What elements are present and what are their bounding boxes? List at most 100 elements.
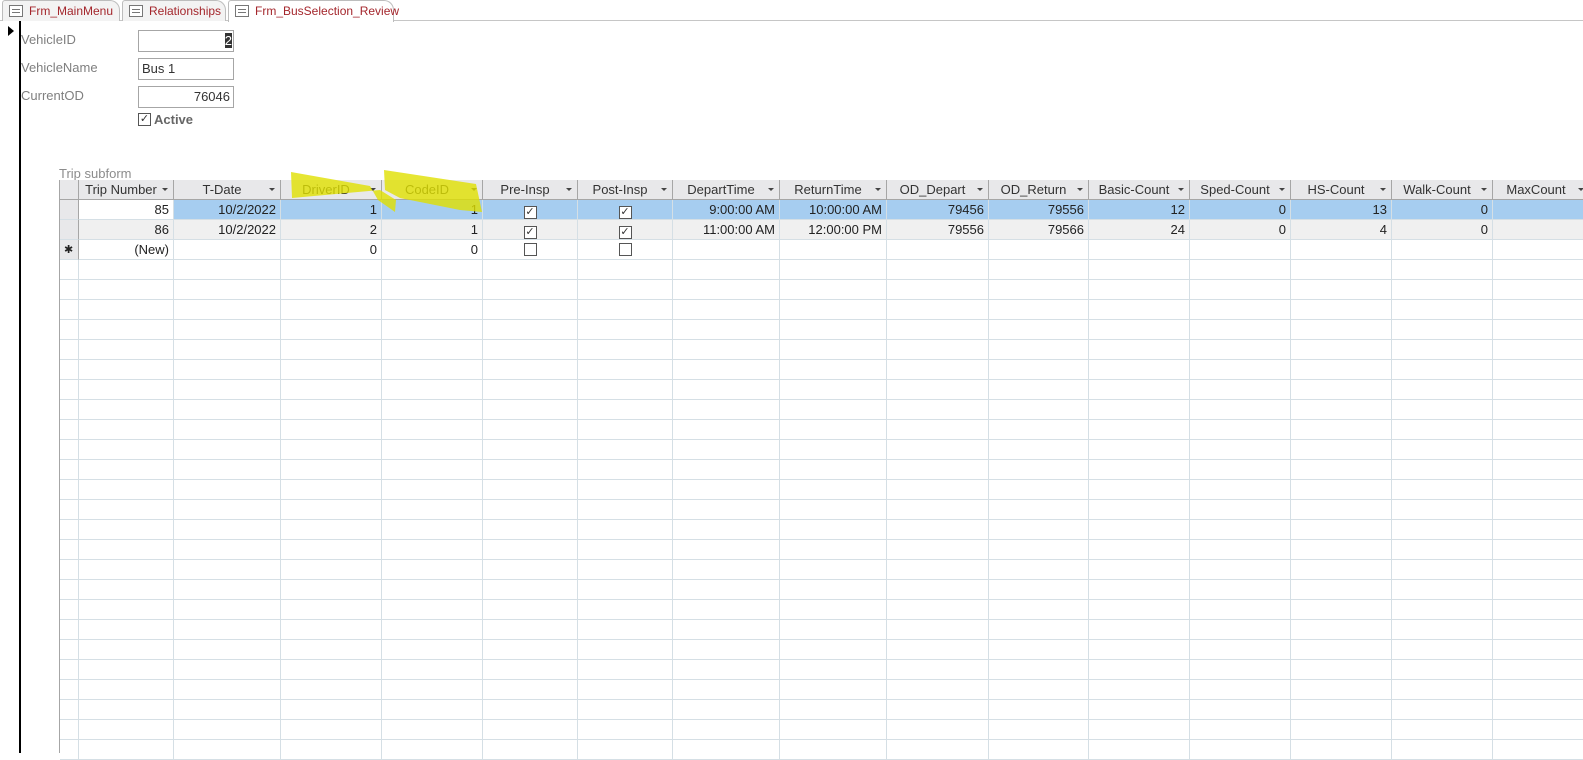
sort-filter-dropdown-icon[interactable] [471, 188, 477, 191]
row-selector[interactable] [60, 460, 79, 480]
column-header[interactable]: Post-Insp [578, 180, 673, 200]
table-cell[interactable]: 13 [1291, 200, 1392, 220]
row-selector[interactable] [60, 680, 79, 700]
row-selector[interactable] [60, 480, 79, 500]
sort-filter-dropdown-icon[interactable] [566, 188, 572, 191]
row-selector[interactable] [60, 500, 79, 520]
row-selector[interactable] [60, 320, 79, 340]
table-cell[interactable]: 24 [1089, 220, 1190, 240]
table-cell[interactable]: 10:00:00 AM [780, 200, 887, 220]
table-cell[interactable] [673, 240, 780, 260]
table-cell[interactable]: ✓ [578, 200, 673, 220]
sort-filter-dropdown-icon[interactable] [977, 188, 983, 191]
row-selector[interactable] [60, 640, 79, 660]
row-selector[interactable] [60, 300, 79, 320]
record-selector-bar[interactable] [19, 21, 21, 753]
row-selector[interactable] [60, 200, 79, 220]
table-cell[interactable]: 79566 [989, 220, 1089, 240]
column-header[interactable]: CodeID [382, 180, 483, 200]
table-cell[interactable]: ✓ [483, 200, 578, 220]
row-selector[interactable] [60, 720, 79, 740]
vehicleid-field[interactable]: 2 [138, 30, 234, 52]
table-cell[interactable] [483, 240, 578, 260]
record-selector-arrow-icon[interactable] [8, 26, 14, 36]
table-cell[interactable] [1493, 200, 1583, 220]
table-cell[interactable]: 2 [281, 220, 382, 240]
table-cell[interactable]: 11:00:00 AM [673, 220, 780, 240]
table-cell[interactable]: 86 [79, 220, 174, 240]
column-header[interactable]: Trip Number [79, 180, 174, 200]
sort-filter-dropdown-icon[interactable] [1279, 188, 1285, 191]
new-record-icon[interactable]: ✱ [60, 240, 79, 260]
table-cell[interactable] [174, 240, 281, 260]
table-cell[interactable]: ✓ [483, 220, 578, 240]
row-selector[interactable] [60, 220, 79, 240]
row-selector[interactable] [60, 440, 79, 460]
table-cell[interactable] [1089, 240, 1190, 260]
active-checkbox[interactable]: ✓ [138, 113, 151, 126]
column-header[interactable]: Sped-Count [1190, 180, 1291, 200]
sort-filter-dropdown-icon[interactable] [1077, 188, 1083, 191]
table-cell[interactable]: 0 [281, 240, 382, 260]
tab-frm-mainmenu[interactable]: Frm_MainMenu [2, 0, 120, 21]
table-cell[interactable]: ✓ [578, 220, 673, 240]
row-selector[interactable] [60, 660, 79, 680]
table-cell[interactable]: 12:00:00 PM [780, 220, 887, 240]
column-header[interactable]: Walk-Count [1392, 180, 1493, 200]
table-cell[interactable]: 10/2/2022 [174, 200, 281, 220]
table-cell[interactable]: 0 [382, 240, 483, 260]
sort-filter-dropdown-icon[interactable] [1578, 188, 1583, 191]
row-selector[interactable] [60, 540, 79, 560]
row-selector[interactable] [60, 700, 79, 720]
pre-inspcheckbox[interactable] [523, 243, 537, 256]
sort-filter-dropdown-icon[interactable] [1380, 188, 1386, 191]
pre-inspcheckbox[interactable]: ✓ [523, 226, 537, 239]
sort-filter-dropdown-icon[interactable] [269, 188, 275, 191]
table-cell[interactable] [578, 240, 673, 260]
table-cell[interactable]: 0 [1190, 200, 1291, 220]
post-inspcheckbox[interactable] [618, 243, 632, 256]
vehiclename-field[interactable]: Bus 1 [138, 58, 234, 80]
table-cell[interactable]: 79456 [887, 200, 989, 220]
table-cell[interactable]: 1 [382, 200, 483, 220]
table-cell[interactable] [1291, 240, 1392, 260]
pre-inspcheckbox[interactable]: ✓ [523, 206, 537, 219]
table-cell[interactable]: 79556 [989, 200, 1089, 220]
sort-filter-dropdown-icon[interactable] [768, 188, 774, 191]
table-cell[interactable] [887, 240, 989, 260]
column-header[interactable]: Pre-Insp [483, 180, 578, 200]
row-selector[interactable] [60, 740, 79, 760]
row-selector[interactable] [60, 380, 79, 400]
column-header[interactable]: ReturnTime [780, 180, 887, 200]
select-all-corner[interactable] [60, 180, 79, 200]
table-cell[interactable]: 0 [1190, 220, 1291, 240]
table-cell[interactable] [1190, 240, 1291, 260]
currentod-field[interactable]: 76046 [138, 86, 234, 108]
table-cell[interactable]: 79556 [887, 220, 989, 240]
table-cell[interactable] [989, 240, 1089, 260]
table-cell[interactable]: 4 [1291, 220, 1392, 240]
row-selector[interactable] [60, 560, 79, 580]
column-header[interactable]: MaxCount [1493, 180, 1583, 200]
table-cell[interactable]: 9:00:00 AM [673, 200, 780, 220]
table-cell[interactable]: (New) [79, 240, 174, 260]
tab-frm-busselection-review[interactable]: Frm_BusSelection_Review [228, 0, 399, 22]
table-cell[interactable] [1493, 220, 1583, 240]
table-cell[interactable] [1493, 240, 1583, 260]
row-selector[interactable] [60, 360, 79, 380]
column-header[interactable]: DepartTime [673, 180, 780, 200]
sort-filter-dropdown-icon[interactable] [1481, 188, 1487, 191]
row-selector[interactable] [60, 580, 79, 600]
sort-filter-dropdown-icon[interactable] [370, 188, 376, 191]
column-header[interactable]: DriverID [281, 180, 382, 200]
row-selector[interactable] [60, 600, 79, 620]
row-selector[interactable] [60, 420, 79, 440]
row-selector[interactable] [60, 400, 79, 420]
table-cell[interactable]: 0 [1392, 200, 1493, 220]
table-cell[interactable]: 0 [1392, 220, 1493, 240]
row-selector[interactable] [60, 260, 79, 280]
tab-relationships[interactable]: Relationships [122, 0, 226, 21]
table-cell[interactable] [1392, 240, 1493, 260]
sort-filter-dropdown-icon[interactable] [1178, 188, 1184, 191]
row-selector[interactable] [60, 520, 79, 540]
